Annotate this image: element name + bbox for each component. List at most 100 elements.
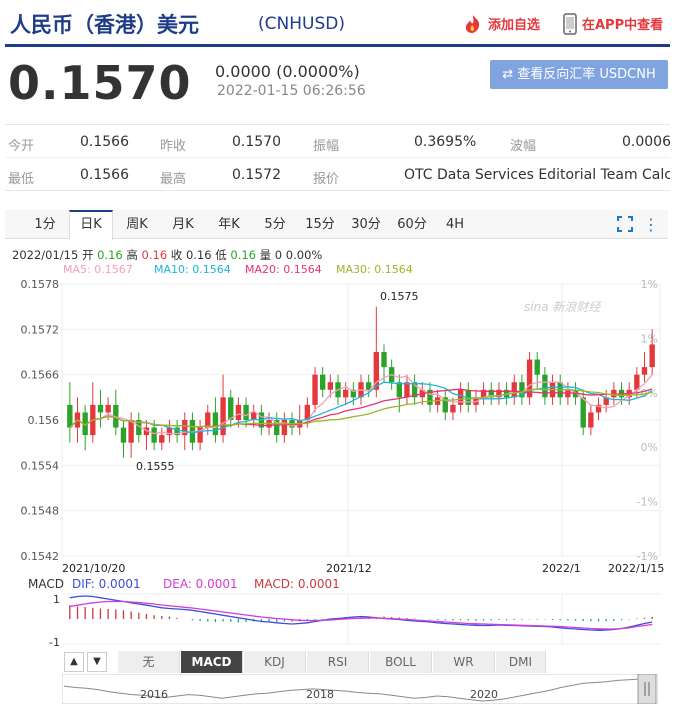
tab-weekly[interactable]: 周K <box>115 210 159 239</box>
ohlc-readout: 2022/01/15 开 0.16 高 0.16 收 0.16 低 0.16 量… <box>12 247 322 263</box>
tab-5min[interactable]: 5分 <box>253 210 297 239</box>
stat-label-range: 波幅 <box>510 139 537 154</box>
overview-year-2018: 2018 <box>306 688 334 701</box>
tab-15min[interactable]: 15分 <box>297 210 343 239</box>
indicator-tab-dmi[interactable]: DMI <box>496 651 546 673</box>
indicator-tab-none[interactable]: 无 <box>118 651 180 673</box>
candle-body <box>220 397 226 436</box>
fullscreen-icon[interactable] <box>613 210 637 239</box>
candle-body <box>281 420 288 436</box>
ohlc-low-label: 低 <box>215 248 227 262</box>
candle-body <box>205 412 211 428</box>
candle-body <box>120 427 127 443</box>
indicator-tab-wr[interactable]: WR <box>433 651 495 673</box>
macd-tick-bottom: -1 <box>49 636 60 648</box>
candle-body <box>641 367 648 375</box>
candle-body <box>105 404 111 413</box>
quote-time: 2022-01-15 06:26:56 <box>217 83 366 99</box>
stat-value-range: 0.0006 <box>622 134 671 150</box>
stat-value-quote-source: OTC Data Services Editorial Team Calc... <box>404 167 670 183</box>
ohlc-high-label: 高 <box>126 248 138 262</box>
tab-daily[interactable]: 日K <box>69 210 113 240</box>
right-pct-tick: 1% <box>641 278 658 291</box>
candle-body <box>128 420 134 443</box>
macd-dif-line <box>69 595 653 631</box>
reverse-rate-button[interactable]: ⇄ 查看反向汇率 USDCNH <box>490 60 668 89</box>
candle-body <box>396 382 402 398</box>
nav-down-button[interactable]: ▼ <box>87 652 107 672</box>
candle-body <box>235 404 242 420</box>
macd-dea-line <box>69 600 653 630</box>
low-annotation: 0.1555 <box>136 460 175 473</box>
indicator-tab-kdj[interactable]: KDJ <box>244 651 306 673</box>
high-annotation: 0.1575 <box>380 290 419 303</box>
legend-ma10: MA10: 0.1564 <box>154 263 231 276</box>
tab-monthly[interactable]: 月K <box>161 210 205 239</box>
period-tab-bar: 1分 日K 周K 月K 年K 5分 15分 30分 60分 4H ⋮ <box>5 210 668 240</box>
stats-divider-mid <box>5 157 670 158</box>
candle-body <box>212 412 219 436</box>
macd-label: MACD <box>28 577 64 591</box>
candle-body <box>312 374 318 405</box>
more-options-icon[interactable]: ⋮ <box>641 210 661 239</box>
ohlc-vol: 0 <box>274 248 283 262</box>
watermark: sina 新浪财经 <box>524 300 601 314</box>
macd-tick-top: 1 <box>53 593 60 606</box>
macd-value: MACD: 0.0001 <box>254 577 340 591</box>
header-divider <box>5 44 670 47</box>
tab-1min[interactable]: 1分 <box>23 210 67 239</box>
indicator-tab-boll[interactable]: BOLL <box>370 651 432 673</box>
candle-body <box>588 412 594 428</box>
right-pct-tick: 0% <box>641 441 658 454</box>
candle-body <box>580 397 586 428</box>
add-favorite-button[interactable]: 添加自选 <box>488 14 540 33</box>
candle-body <box>534 359 540 375</box>
right-pct-tick: -1% <box>637 496 658 509</box>
tab-4h[interactable]: 4H <box>435 210 475 239</box>
y-tick-label: 0.1542 <box>21 550 60 563</box>
tab-yearly[interactable]: 年K <box>207 210 251 239</box>
ohlc-high: 0.16 <box>141 248 168 262</box>
stat-label-prevclose: 昨收 <box>160 139 187 154</box>
y-tick-label: 0.1566 <box>21 369 60 382</box>
price-change: 0.0000 (0.0000%) <box>215 62 360 81</box>
y-tick-label: 0.1554 <box>21 459 60 472</box>
stat-label-amplitude: 振幅 <box>313 139 340 154</box>
phone-icon <box>563 13 577 39</box>
candlestick-chart[interactable]: 0.1578 0.1572 0.1566 0.156 0.1554 0.1548 0.154… <box>0 278 675 578</box>
nav-up-button[interactable]: ▲ <box>64 652 84 672</box>
stat-label-quote-source: 报价 <box>313 172 340 187</box>
overview-year-2020: 2020 <box>470 688 498 701</box>
candle-body <box>381 352 387 368</box>
tab-60min[interactable]: 60分 <box>389 210 435 239</box>
ohlc-close-label: 收 <box>170 248 183 262</box>
macd-dea: DEA: 0.0001 <box>163 577 238 591</box>
overview-year-2016: 2016 <box>140 688 168 701</box>
stat-value-prevclose: 0.1570 <box>232 134 281 150</box>
legend-ma5: MA5: 0.1567 <box>63 263 133 276</box>
candle-body <box>342 389 349 398</box>
indicator-tab-macd[interactable]: MACD <box>181 651 243 673</box>
candle-body <box>228 397 234 420</box>
tab-30min[interactable]: 30分 <box>343 210 389 239</box>
page-title: 人民币（香港）美元 <box>10 13 199 37</box>
ohlc-vol-label: 量 <box>259 248 272 262</box>
view-in-app-link[interactable]: 在APP中查看 <box>582 14 663 33</box>
indicator-tab-rsi[interactable]: RSI <box>307 651 369 673</box>
candle-body <box>67 404 73 428</box>
candle-body <box>243 404 249 420</box>
ohlc-open-label: 开 <box>81 248 94 262</box>
stats-divider-top <box>5 124 670 125</box>
macd-chart[interactable]: 1 -1 <box>0 590 675 648</box>
right-pct-tick: 1% <box>641 332 658 345</box>
stat-value-amplitude: 0.3695% <box>414 134 477 150</box>
candle-body <box>159 435 165 443</box>
candle-body <box>649 344 655 368</box>
overview-handle <box>637 674 657 704</box>
x-tick-label: 2021/12 <box>326 562 372 575</box>
x-tick-label: 2021/10/20 <box>62 562 125 575</box>
y-tick-label: 0.156 <box>28 414 60 427</box>
stats-divider-bottom <box>5 190 670 191</box>
current-price: 0.1570 <box>8 56 192 110</box>
candle-body <box>327 382 334 390</box>
